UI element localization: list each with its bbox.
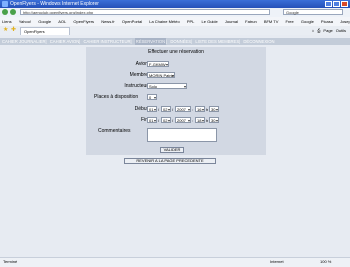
valider-button[interactable]: VALIDER [160, 147, 184, 153]
debut-year-select[interactable]: 2007 [175, 106, 191, 112]
command-bar: ⌂ ⎙ Page Outils [312, 27, 346, 34]
link-item[interactable]: News.fr [101, 17, 115, 26]
debut-row: Début 01 / 02 / 2007 : 16 h 30 [86, 106, 266, 113]
debut-day-select[interactable]: 01 [147, 106, 157, 112]
print-icon[interactable]: ⎙ [317, 27, 320, 34]
link-item[interactable]: OpenFlyers [73, 17, 94, 26]
link-item[interactable]: Yahoo! [19, 17, 31, 26]
security-zone: Internet [270, 259, 284, 264]
reservation-form: Effectuer une réservation Avion F-GKMW M… [86, 47, 266, 155]
status-text: Terminé [3, 259, 18, 264]
membre-label: Membre [129, 72, 148, 78]
menu-donnees[interactable]: DONNÉES [170, 38, 191, 45]
window-title: OpenFlyers - Windows Internet Explorer [10, 1, 99, 7]
membre-row: Membre MORIN Patrick [86, 72, 266, 79]
commentaires-label: Commentaires [98, 128, 131, 134]
link-item[interactable]: Journal [225, 17, 238, 26]
nav-buttons [2, 9, 16, 15]
link-item[interactable]: Le Guide [202, 17, 218, 26]
maximize-button[interactable] [333, 1, 340, 7]
places-label: Places à disposition [94, 94, 139, 100]
menu-cahier-avion[interactable]: CAHIER AVION [50, 38, 79, 45]
link-item[interactable]: BFM TV [264, 17, 279, 26]
fin-row: Fin 01 / 02 / 2007 : 18 h 30 [86, 117, 266, 124]
back-to-previous-button[interactable]: REVENIR A LA PAGE PRECEDENTE [124, 158, 216, 164]
app-menu-bar: CAHIER JOURNALIER| CAHIER AVION| CAHIER … [0, 38, 350, 45]
link-item[interactable]: Free [286, 17, 294, 26]
search-box[interactable]: Google [283, 9, 343, 15]
fin-month-select[interactable]: 02 [161, 117, 171, 123]
page-menu[interactable]: Page [323, 27, 332, 34]
ie-logo-icon [2, 1, 8, 7]
minimize-button[interactable] [325, 1, 332, 7]
link-item[interactable]: AOL [58, 17, 66, 26]
window-controls [325, 1, 348, 7]
membre-select[interactable]: MORIN Patrick [147, 72, 175, 78]
places-row: Places à disposition 0 [86, 94, 266, 101]
form-title: Effectuer une réservation [148, 49, 204, 55]
menu-reservation[interactable]: RÉSERVATION [134, 38, 167, 45]
menu-cahier-journalier[interactable]: CAHIER JOURNALIER [2, 38, 46, 45]
link-item[interactable]: Picasa [321, 17, 333, 26]
link-item[interactable]: Fatrun [245, 17, 257, 26]
zoom-level[interactable]: 100 % [320, 258, 331, 266]
link-item[interactable]: PPL [187, 17, 195, 26]
favorites-star-icon[interactable]: ★ [3, 27, 8, 34]
add-favorite-icon[interactable]: ✚ [11, 27, 16, 34]
close-button[interactable] [341, 1, 348, 7]
links-label: Liens [2, 19, 12, 24]
page-content: CAHIER JOURNALIER| CAHIER AVION| CAHIER … [0, 35, 350, 257]
link-item[interactable]: Joseph Webb [340, 17, 350, 26]
menu-liste-membres[interactable]: LISTE DES MEMBRES [195, 38, 239, 45]
tab-openflyers[interactable]: OpenFlyers [20, 27, 70, 35]
instructeur-label: Instructeur [124, 83, 148, 89]
link-item[interactable]: Google [38, 17, 51, 26]
debut-month-select[interactable]: 02 [161, 106, 171, 112]
forward-icon[interactable] [10, 9, 16, 15]
commentaires-textarea[interactable] [147, 128, 217, 142]
fin-year-select[interactable]: 2007 [175, 117, 191, 123]
instructeur-select[interactable]: Solo [147, 83, 187, 89]
link-item[interactable]: Google [301, 17, 314, 26]
debut-minute-select[interactable]: 30 [209, 106, 219, 112]
instructeur-row: Instructeur Solo [86, 83, 266, 90]
link-item[interactable]: OpenPortal [122, 17, 142, 26]
fin-day-select[interactable]: 01 [147, 117, 157, 123]
home-icon[interactable]: ⌂ [312, 27, 314, 34]
link-item[interactable]: La Chaine Météo [149, 17, 179, 26]
fin-minute-select[interactable]: 30 [209, 117, 219, 123]
tools-menu[interactable]: Outils [336, 27, 346, 34]
back-icon[interactable] [2, 9, 8, 15]
avion-select[interactable]: F-GKMW [147, 61, 169, 67]
fin-hour-select[interactable]: 18 [195, 117, 205, 123]
menu-deconnexion[interactable]: DÉCONNEXION [243, 38, 274, 45]
commentaires-row: Commentaires [86, 128, 266, 144]
places-select[interactable]: 0 [147, 94, 157, 100]
debut-hour-select[interactable]: 16 [195, 106, 205, 112]
url-field[interactable]: http://aeroclub.openflyers.org/index.php [20, 9, 270, 15]
avion-row: Avion F-GKMW [86, 61, 266, 68]
menu-cahier-instructeur[interactable]: CAHIER INSTRUCTEUR [84, 38, 131, 45]
debut-label: Début [134, 106, 148, 112]
window-title-bar: OpenFlyers - Windows Internet Explorer [0, 0, 350, 8]
